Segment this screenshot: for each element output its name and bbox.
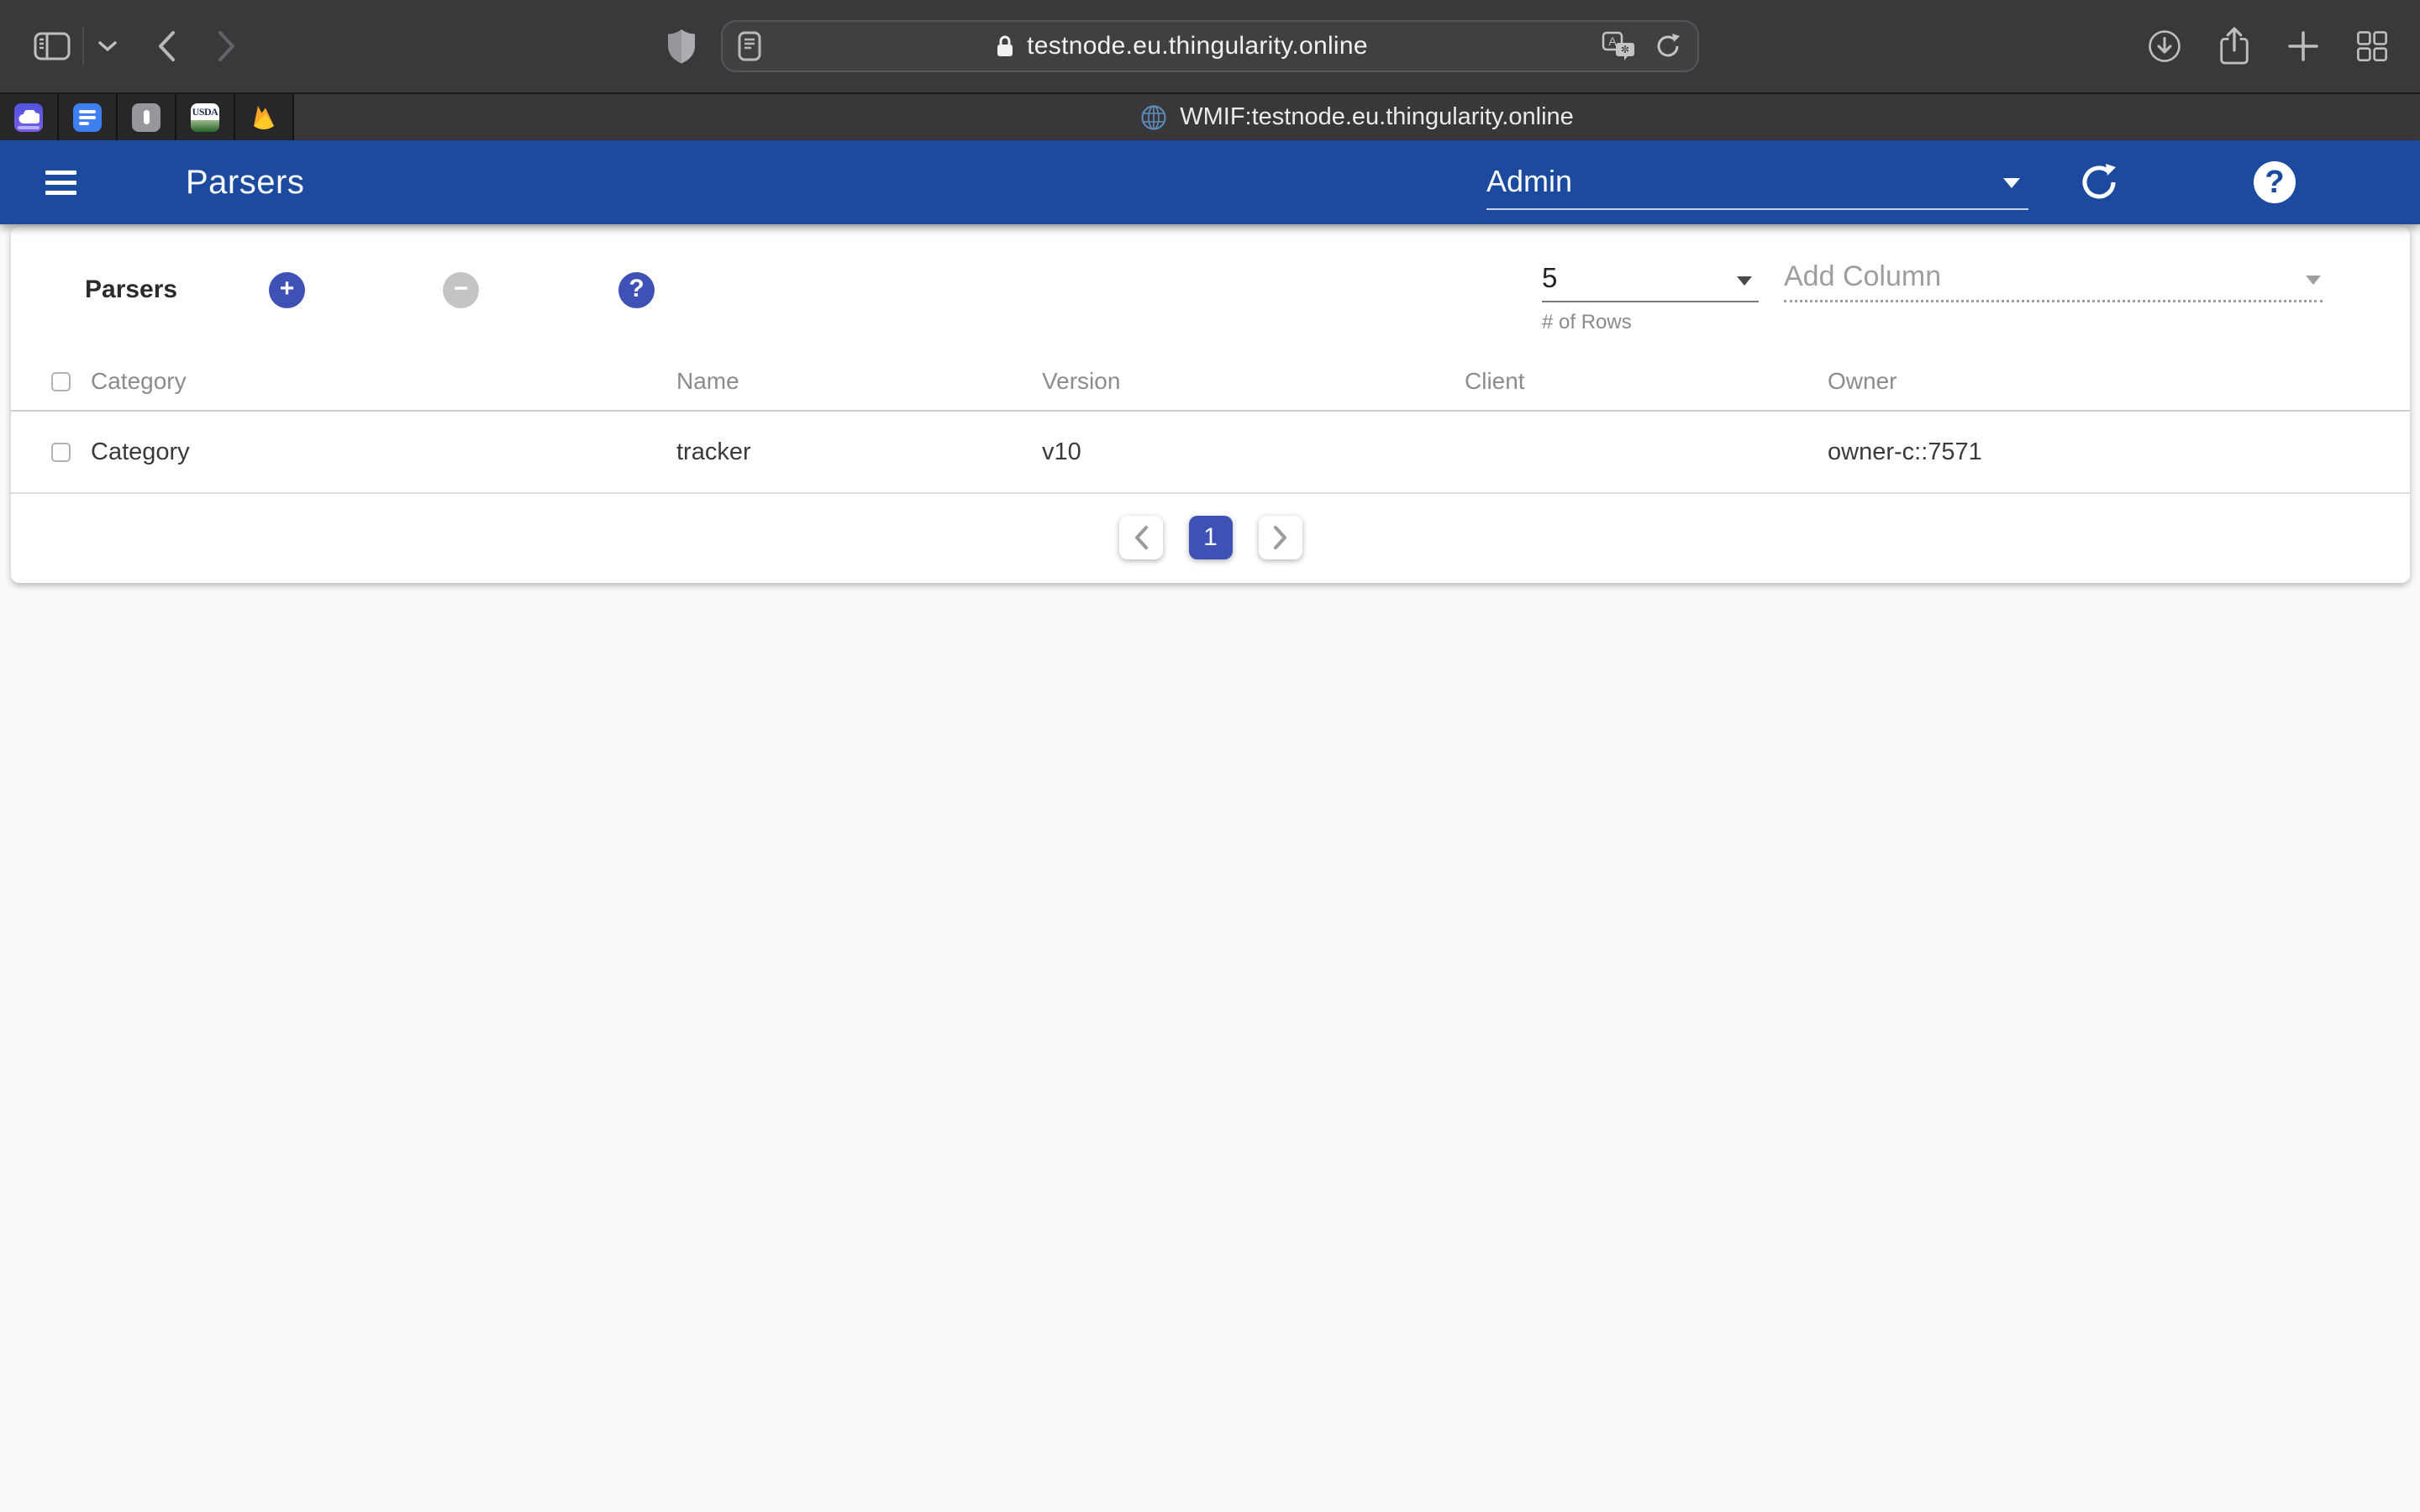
add-column-caret-icon [2306, 276, 2321, 285]
add-parser-button[interactable]: + [269, 272, 305, 308]
active-tab[interactable]: WMIF:testnode.eu.thingularity.online [294, 94, 2420, 140]
add-column-placeholder: Add Column [1784, 260, 1941, 293]
firebase-flame-favicon-icon [250, 103, 278, 132]
cell-version: v10 [1042, 438, 1465, 466]
refresh-button[interactable] [2077, 160, 2121, 204]
parsers-panel: Parsers + − ? 5 # of Rows Add Column Cat… [11, 227, 2410, 583]
document-lines-favicon-icon [73, 103, 102, 132]
forward-button[interactable] [217, 30, 237, 62]
previous-page-button[interactable] [1119, 516, 1163, 559]
chevron-down-icon [97, 40, 118, 52]
reader-icon [738, 31, 761, 61]
share-icon [2217, 26, 2252, 66]
app-bar: Parsers Admin ? [0, 140, 2420, 224]
tab-strip: USDA WMIF:testnode.eu.thingularity.onlin… [0, 92, 2420, 140]
account-caret-icon [2003, 178, 2020, 188]
lock-icon [995, 34, 1015, 59]
rows-per-page-value: 5 [1542, 262, 1557, 294]
table-header-row: Category Name Version Client Owner [11, 353, 2410, 412]
account-select-value: Admin [1486, 164, 1572, 199]
rows-caret-icon [1737, 276, 1752, 286]
column-header-owner[interactable]: Owner [1828, 368, 2410, 395]
hamburger-icon [45, 171, 76, 175]
pinned-tab-firebase[interactable] [235, 94, 294, 140]
share-button[interactable] [2217, 26, 2252, 66]
chevron-left-icon [1132, 525, 1150, 550]
panel-title: Parsers [85, 276, 180, 304]
row-checkbox[interactable] [51, 443, 71, 462]
reader-mode-button[interactable] [738, 31, 761, 61]
privacy-report-button[interactable] [666, 28, 697, 69]
globe-favicon-icon [1140, 104, 1167, 131]
back-button[interactable] [156, 30, 176, 62]
chevron-right-icon [1271, 525, 1290, 550]
active-tab-title: WMIF:testnode.eu.thingularity.online [1180, 103, 1574, 131]
titlebar-left-controls [0, 27, 237, 66]
url-text: testnode.eu.thingularity.online [1027, 32, 1368, 60]
sidebar-icon [34, 31, 71, 61]
back-icon [156, 30, 176, 62]
column-header-client[interactable]: Client [1465, 368, 1828, 395]
panel-help-button[interactable]: ? [618, 272, 655, 308]
rows-per-page-caption: # of Rows [1542, 311, 1759, 334]
reload-button[interactable] [1654, 31, 1682, 61]
usda-favicon-icon: USDA [191, 103, 219, 132]
next-page-button[interactable] [1259, 516, 1302, 559]
pinned-tab-docs[interactable] [59, 94, 118, 140]
cell-category: Category [91, 438, 676, 466]
letter-i-favicon-icon [132, 103, 160, 132]
add-column-select[interactable]: Add Column [1784, 254, 2323, 302]
page-title: Parsers [186, 164, 304, 202]
table-row[interactable]: Category tracker v10 owner-c::7571 [11, 412, 2410, 494]
url-bar[interactable]: testnode.eu.thingularity.online A ✼ [721, 20, 1699, 72]
account-select[interactable]: Admin [1486, 155, 2028, 210]
page-1-button[interactable]: 1 [1189, 516, 1233, 559]
new-tab-button[interactable] [2286, 29, 2320, 63]
forward-icon [217, 30, 237, 62]
titlebar-right-controls [2147, 0, 2390, 92]
shield-icon [666, 28, 697, 65]
sidebar-chevron-button[interactable] [97, 40, 118, 52]
cell-owner: owner-c::7571 [1828, 438, 2410, 466]
translate-icon: A ✼ [1602, 31, 1635, 61]
download-icon [2147, 29, 2182, 64]
remove-parser-button[interactable]: − [443, 272, 479, 308]
pagination: 1 [11, 494, 2410, 559]
pinned-tab-icloud[interactable] [0, 94, 59, 140]
svg-text:✼: ✼ [1621, 44, 1629, 55]
column-header-name[interactable]: Name [676, 368, 1042, 395]
tab-grid-icon [2354, 29, 2390, 64]
sidebar-toggle-button[interactable] [34, 31, 71, 61]
cell-name: tracker [676, 438, 1042, 466]
tab-overview-button[interactable] [2354, 29, 2390, 64]
question-icon: ? [629, 276, 644, 302]
browser-titlebar: testnode.eu.thingularity.online A ✼ [0, 0, 2420, 92]
select-all-checkbox[interactable] [51, 372, 71, 391]
menu-button[interactable] [45, 171, 76, 195]
plus-icon [2286, 29, 2320, 63]
panel-toolbar: Parsers + − ? 5 # of Rows Add Column [11, 227, 2410, 353]
column-header-category[interactable]: Category [91, 368, 676, 395]
usda-favicon-text: USDA [191, 103, 219, 120]
pinned-tab-usda[interactable]: USDA [176, 94, 235, 140]
rows-per-page-select[interactable]: 5 # of Rows [1542, 254, 1759, 334]
refresh-icon [2077, 160, 2121, 204]
translate-button[interactable]: A ✼ [1602, 31, 1635, 61]
minus-icon: − [454, 276, 469, 302]
help-icon: ? [2265, 166, 2284, 198]
titlebar-divider [82, 27, 84, 66]
url-display[interactable]: testnode.eu.thingularity.online [761, 32, 1602, 60]
svg-text:A: A [1608, 34, 1617, 48]
pinned-tab-info[interactable] [118, 94, 176, 140]
plus-icon: + [280, 276, 295, 302]
downloads-button[interactable] [2147, 29, 2182, 64]
icloud-favicon-icon [14, 103, 43, 132]
current-page-number: 1 [1203, 523, 1218, 552]
column-header-version[interactable]: Version [1042, 368, 1465, 395]
help-button[interactable]: ? [2254, 161, 2296, 203]
reload-icon [1654, 31, 1682, 61]
